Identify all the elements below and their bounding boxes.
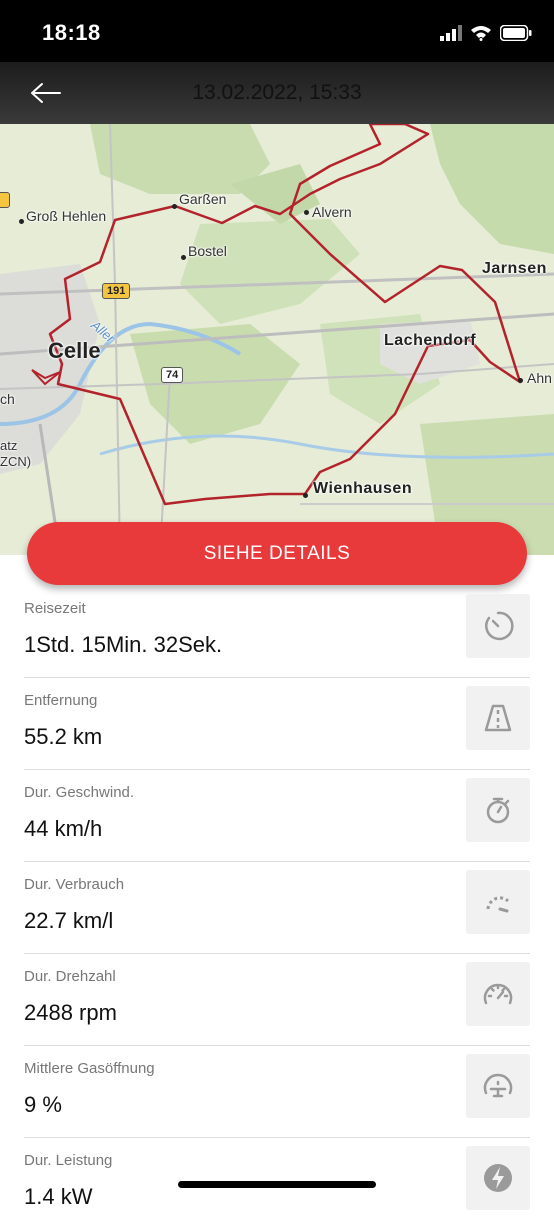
place-label-alvern: Alvern	[312, 204, 352, 220]
metric-value: 22.7 km/l	[24, 908, 114, 933]
details-button[interactable]: SIEHE DETAILS	[27, 522, 527, 585]
fuel-gauge-icon	[466, 870, 530, 934]
metric-label: Mittlere Gasöffnung	[24, 1060, 155, 1077]
metric-label: Reisezeit	[24, 600, 86, 617]
metric-avg-consumption: Dur. Verbrauch 22.7 km/l	[0, 862, 554, 954]
page-title: 13.02.2022, 15:33	[192, 81, 362, 104]
metric-avg-throttle: Mittlere Gasöffnung 9 %	[0, 1046, 554, 1138]
battery-icon	[500, 25, 532, 41]
place-dot-wienhausen	[303, 493, 308, 498]
place-label-zcn: ZCN)	[0, 454, 32, 469]
metric-label: Dur. Drehzahl	[24, 968, 116, 985]
metric-avg-rpm: Dur. Drehzahl 2488 rpm	[0, 954, 554, 1046]
metric-label: Dur. Geschwind.	[24, 784, 135, 801]
metric-label: Dur. Leistung	[24, 1152, 113, 1169]
clock-icon	[466, 594, 530, 658]
power-icon	[466, 1146, 530, 1210]
metric-value: 1.4 kW	[24, 1184, 93, 1209]
metric-value: 9 %	[24, 1092, 62, 1117]
place-label-garssen: Garßen	[179, 191, 227, 207]
place-label-jarnsen: Jarnsen	[482, 260, 547, 277]
place-label-bostel: Bostel	[188, 243, 227, 259]
wifi-icon	[471, 26, 491, 41]
metric-value: 55.2 km	[24, 724, 103, 749]
signal-icon	[440, 25, 462, 41]
place-label-atz: atz	[0, 438, 18, 453]
place-label-lachendorf: Lachendorf	[384, 332, 477, 349]
place-dot-ahn	[518, 378, 523, 383]
place-dot-garssen	[172, 204, 177, 209]
place-dot-alvern	[304, 210, 309, 215]
home-indicator[interactable]	[178, 1181, 376, 1188]
metric-avg-speed: Dur. Geschwind. 44 km/h	[0, 770, 554, 862]
metric-value: 1Std. 15Min. 32Sek.	[24, 632, 223, 657]
metric-distance: Entfernung 55.2 km	[0, 678, 554, 770]
metric-travel-time: Reisezeit 1Std. 15Min. 32Sek.	[0, 586, 554, 678]
throttle-icon	[466, 1054, 530, 1118]
road-shield-191: 191	[102, 283, 131, 299]
metric-label: Dur. Verbrauch	[24, 876, 125, 893]
place-label-ahn: Ahn	[527, 370, 552, 386]
tachometer-icon	[466, 962, 530, 1026]
place-label-gross-hehlen: Groß Hehlen	[26, 208, 107, 224]
road-shield-edge	[0, 192, 10, 208]
place-dot-gross-hehlen	[19, 219, 24, 224]
road-icon	[466, 686, 530, 750]
route-map[interactable]: Groß Hehlen Garßen Alvern Bostel Jarnsen…	[0, 124, 554, 555]
status-time: 18:18	[42, 20, 101, 45]
place-label-celle: Celle	[48, 338, 101, 363]
metric-label: Entfernung	[24, 692, 98, 709]
place-label-ch: ch	[0, 391, 15, 407]
status-bar: 18:18	[0, 0, 554, 62]
place-label-wienhausen: Wienhausen	[313, 480, 413, 497]
metric-value: 44 km/h	[24, 816, 103, 841]
header: 13.02.2022, 15:33	[0, 62, 554, 124]
road-shield-74: 74	[161, 367, 184, 383]
status-icons	[440, 22, 532, 44]
metric-value: 2488 rpm	[24, 1000, 117, 1025]
stopwatch-icon	[466, 778, 530, 842]
place-dot-bostel	[181, 255, 186, 260]
